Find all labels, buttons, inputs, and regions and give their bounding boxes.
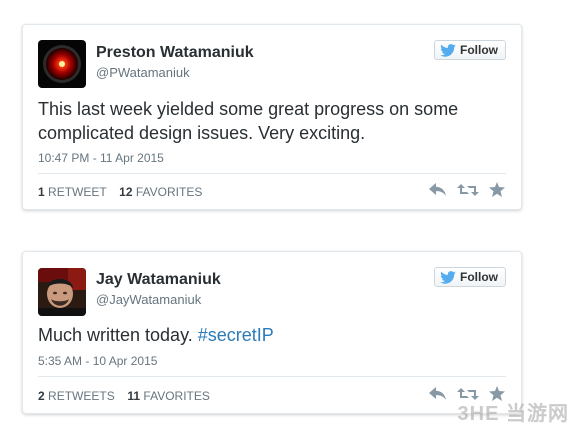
follow-label: Follow [460, 270, 498, 284]
divider [38, 173, 506, 174]
avatar[interactable] [38, 268, 86, 316]
tweet-text: This last week yielded some great progre… [38, 99, 459, 143]
display-name[interactable]: Preston Watamaniuk [96, 44, 254, 62]
hashtag-link[interactable]: #secretIP [198, 325, 274, 345]
retweet-icon[interactable] [457, 183, 479, 197]
divider [38, 376, 506, 377]
tweet-text: Much written today. #secretIP [38, 323, 508, 347]
reply-icon[interactable] [429, 386, 447, 401]
page: Preston Watamaniuk @PWatamaniuk Follow T… [0, 0, 577, 436]
retweet-label[interactable]: RETWEET [48, 185, 106, 199]
tweet-stats: 2 RETWEETS 11 FAVORITES [38, 389, 210, 403]
tweet-stats: 1 RETWEET 12 FAVORITES [38, 185, 202, 199]
reply-icon[interactable] [429, 182, 447, 197]
follow-button[interactable]: Follow [434, 267, 506, 287]
user-handle[interactable]: @JayWatamaniuk [96, 292, 201, 307]
hal-9000-eye-icon [38, 40, 86, 88]
avatar[interactable] [38, 40, 86, 88]
follow-label: Follow [460, 43, 498, 57]
user-photo-avatar [38, 268, 86, 316]
tweet-timestamp[interactable]: 5:35 AM - 10 Apr 2015 [38, 354, 157, 368]
twitter-bird-icon [440, 270, 456, 284]
display-name[interactable]: Jay Watamaniuk [96, 271, 221, 289]
favorite-count[interactable]: 12 [119, 185, 132, 199]
retweet-count[interactable]: 1 [38, 185, 45, 199]
favorite-count[interactable]: 11 [127, 389, 140, 403]
tweet-card: Jay Watamaniuk @JayWatamaniuk Follow Muc… [22, 251, 522, 414]
retweet-count[interactable]: 2 [38, 389, 45, 403]
tweet-timestamp[interactable]: 10:47 PM - 11 Apr 2015 [38, 151, 164, 165]
watermark: 3HE 当游网 [457, 403, 569, 425]
tweet-actions [429, 182, 505, 197]
twitter-bird-icon [440, 43, 456, 57]
favorite-label[interactable]: FAVORITES [143, 389, 209, 403]
tweet-text-plain: Much written today. [38, 325, 198, 345]
tweet-card: Preston Watamaniuk @PWatamaniuk Follow T… [22, 24, 522, 210]
user-handle[interactable]: @PWatamaniuk [96, 65, 190, 80]
follow-button[interactable]: Follow [434, 40, 506, 60]
retweet-label[interactable]: RETWEETS [48, 389, 115, 403]
favorite-label[interactable]: FAVORITES [136, 185, 202, 199]
favorite-star-icon[interactable] [489, 182, 505, 197]
